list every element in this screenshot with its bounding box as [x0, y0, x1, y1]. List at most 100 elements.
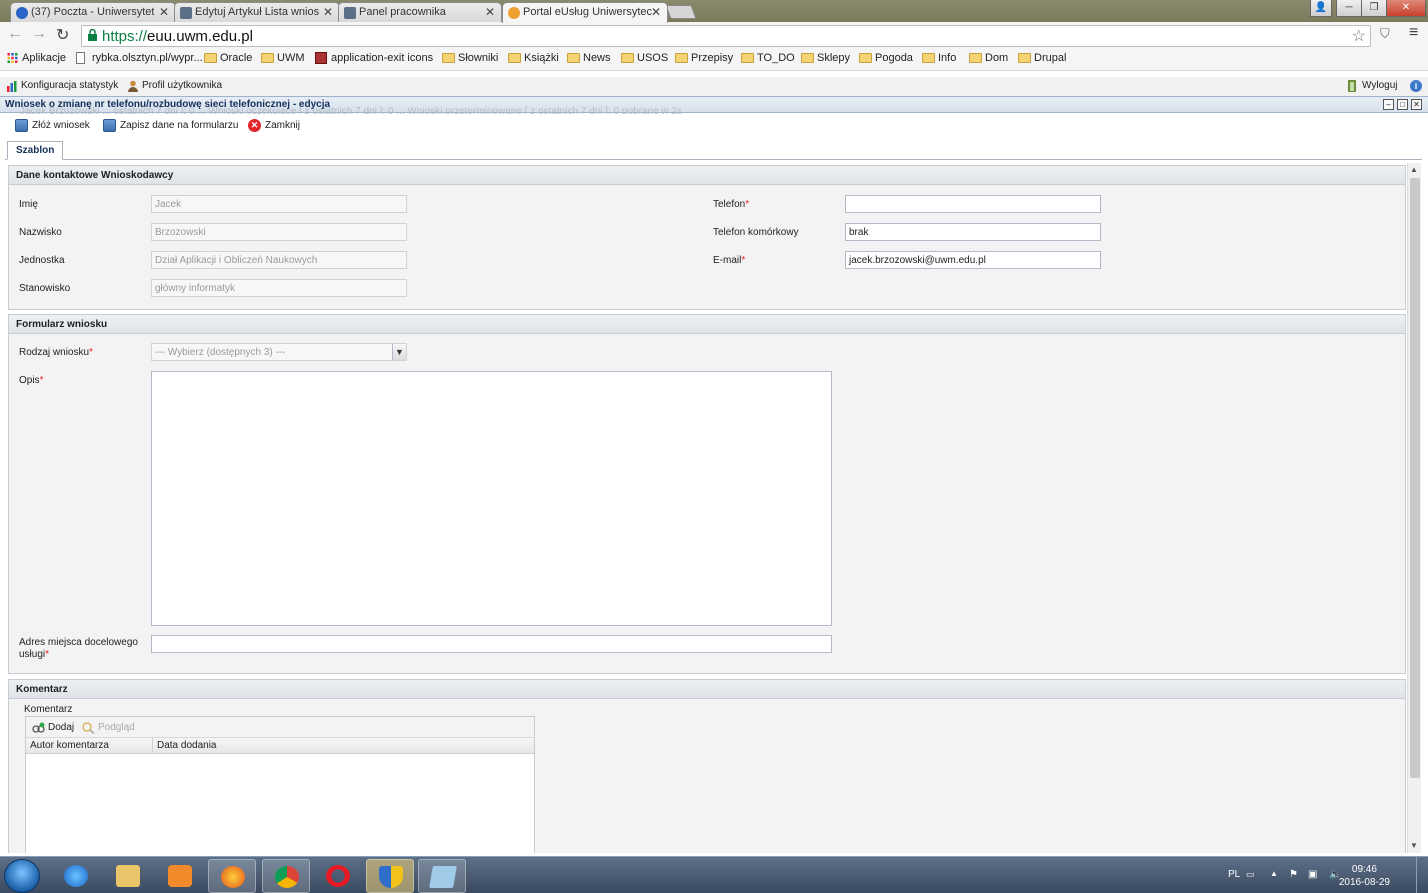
- request-form-section: Formularz wniosku Rodzaj wniosku* --- Wy…: [8, 314, 1406, 674]
- bookmark-apps[interactable]: Aplikacje: [6, 52, 66, 64]
- windows-taskbar: PL ▭ ▲ ⚑ ▣ 🔈 09:46 2016-08-29: [0, 856, 1428, 893]
- mail-favicon-icon: [16, 7, 28, 19]
- info-icon[interactable]: i: [1410, 80, 1422, 92]
- opera-icon[interactable]: [314, 859, 362, 893]
- show-desktop-button[interactable]: [1416, 857, 1428, 893]
- browser-tab-portal[interactable]: Portal eUsług Uniwersytec ✕: [502, 2, 668, 23]
- email-label: E-mail*: [713, 255, 746, 266]
- bookmark-drupal[interactable]: Drupal: [1018, 52, 1066, 64]
- floppy-disk-icon: [15, 119, 28, 132]
- dialog-close-icon[interactable]: ✕: [1411, 99, 1422, 110]
- description-textarea[interactable]: [151, 371, 832, 626]
- bookmark-slowniki[interactable]: Słowniki: [442, 52, 498, 64]
- reload-icon[interactable]: ↻: [56, 25, 69, 45]
- first-name-field[interactable]: Jacek: [151, 195, 407, 213]
- bookmark-rybka[interactable]: rybka.olsztyn.pl/wypr...: [76, 52, 203, 64]
- phone-label: Telefon*: [713, 199, 750, 210]
- close-circle-icon: ✕: [248, 119, 261, 132]
- folder-icon: [204, 53, 217, 63]
- ie-icon[interactable]: [52, 859, 100, 893]
- comments-grid: Dodaj Podgląd Autor komentarza Data doda…: [25, 716, 535, 853]
- bookmark-pogoda[interactable]: Pogoda: [859, 52, 913, 64]
- add-comment-button[interactable]: Dodaj: [32, 722, 74, 733]
- firefox-icon[interactable]: [208, 859, 256, 893]
- form-toolbar: Złóż wniosek Zapisz dane na formularzu ✕…: [0, 114, 1428, 138]
- back-arrow-icon[interactable]: ←: [7, 25, 23, 43]
- dialog-maximize-icon[interactable]: □: [1397, 99, 1408, 110]
- close-tab-icon[interactable]: ✕: [323, 5, 333, 19]
- comment-section-heading: Komentarz: [9, 680, 1405, 699]
- logout-link[interactable]: Wyloguj: [1347, 80, 1397, 92]
- explorer-icon[interactable]: [104, 859, 152, 893]
- keyboard-icon[interactable]: ▭: [1246, 869, 1255, 880]
- scroll-down-icon[interactable]: ▼: [1410, 841, 1418, 850]
- bookmark-ksiazki[interactable]: Książki: [508, 52, 559, 64]
- menu-icon[interactable]: ≡: [1409, 24, 1418, 42]
- system-clock[interactable]: 09:46 2016-08-29: [1339, 863, 1390, 889]
- add-link-icon: [32, 722, 45, 733]
- media-icon[interactable]: [156, 859, 204, 893]
- chrome-icon[interactable]: [262, 859, 310, 893]
- bookmark-przepisy[interactable]: Przepisy: [675, 52, 733, 64]
- close-tab-icon[interactable]: ✕: [651, 5, 661, 19]
- tab-szablon[interactable]: Szablon: [7, 141, 64, 160]
- phone-field[interactable]: [845, 195, 1101, 213]
- address-bar[interactable]: https://euu.uwm.edu.pl ☆: [81, 25, 1371, 47]
- floppy-disk-icon: [103, 119, 116, 132]
- bookmark-dom[interactable]: Dom: [969, 52, 1008, 64]
- comments-grid-toolbar: Dodaj Podgląd: [26, 717, 534, 738]
- start-button[interactable]: [4, 859, 40, 893]
- bookmark-application-exit[interactable]: application-exit icons: [315, 52, 433, 64]
- bookmark-todo[interactable]: TO_DO: [741, 52, 795, 64]
- scroll-up-icon[interactable]: ▲: [1410, 165, 1418, 174]
- close-tab-icon[interactable]: ✕: [485, 5, 495, 19]
- mobile-field[interactable]: brak: [845, 223, 1101, 241]
- clock-date: 2016-08-29: [1338, 877, 1390, 888]
- new-tab-button[interactable]: [665, 5, 697, 19]
- forward-arrow-icon[interactable]: →: [31, 25, 47, 43]
- bar-chart-icon: [7, 81, 17, 92]
- flag-icon[interactable]: ⚑: [1289, 869, 1298, 880]
- bookmark-usos[interactable]: USOS: [621, 52, 668, 64]
- bookmark-uwm[interactable]: UWM: [261, 52, 305, 64]
- position-field[interactable]: główny informatyk: [151, 279, 407, 297]
- scrollbar-thumb[interactable]: [1410, 178, 1420, 778]
- minimize-icon[interactable]: ─: [1336, 0, 1362, 17]
- bookmark-news[interactable]: News: [567, 52, 611, 64]
- stats-config-link[interactable]: Konfiguracja statystyk: [6, 80, 118, 92]
- form-scrollbar[interactable]: ▲ ▼: [1407, 163, 1421, 853]
- email-field[interactable]: jacek.brzozowski@uwm.edu.pl: [845, 251, 1101, 269]
- restore-icon[interactable]: ❐: [1361, 0, 1387, 17]
- preview-comment-button[interactable]: Podgląd: [82, 722, 135, 734]
- user-profile-link[interactable]: Profil użytkownika: [127, 80, 222, 92]
- language-indicator[interactable]: PL: [1228, 869, 1240, 880]
- close-window-icon[interactable]: ✕: [1386, 0, 1426, 17]
- security-icon[interactable]: [366, 859, 414, 893]
- column-header-date[interactable]: Data dodania: [157, 740, 217, 751]
- close-tab-icon[interactable]: ✕: [159, 5, 169, 19]
- bookmark-star-icon[interactable]: ☆: [1352, 26, 1366, 46]
- save-form-button[interactable]: Zapisz dane na formularzu: [103, 119, 238, 132]
- column-header-author[interactable]: Autor komentarza: [30, 740, 109, 751]
- browser-tab-mail[interactable]: (37) Poczta - Uniwersytet ✕: [10, 2, 176, 22]
- bookmark-oracle[interactable]: Oracle: [204, 52, 252, 64]
- last-name-field[interactable]: Brzozowski: [151, 223, 407, 241]
- shield-extension-icon[interactable]: ⛉: [1380, 26, 1390, 42]
- window-icon[interactable]: [418, 859, 466, 893]
- network-icon[interactable]: ▣: [1308, 869, 1317, 880]
- dialog-minimize-icon[interactable]: –: [1383, 99, 1394, 110]
- profile-icon[interactable]: 👤: [1310, 0, 1332, 17]
- close-form-button[interactable]: ✕ Zamknij: [248, 119, 300, 132]
- tray-expand-icon[interactable]: ▲: [1270, 869, 1278, 878]
- folder-icon: [741, 53, 754, 63]
- browser-tab-article[interactable]: Edytuj Artykuł Lista wnios ✕: [174, 2, 340, 22]
- browser-tab-panel[interactable]: Panel pracownika ✕: [338, 2, 502, 22]
- chevron-down-icon[interactable]: ▼: [392, 344, 406, 360]
- submit-request-button[interactable]: Złóż wniosek: [15, 119, 90, 132]
- bookmark-sklepy[interactable]: Sklepy: [801, 52, 850, 64]
- unit-field[interactable]: Dział Aplikacji i Obliczeń Naukowych: [151, 251, 407, 269]
- page-icon: [76, 52, 85, 64]
- address-field[interactable]: [151, 635, 832, 653]
- bookmark-info[interactable]: Info: [922, 52, 956, 64]
- request-type-select[interactable]: --- Wybierz (dostępnych 3) --- ▼: [151, 343, 407, 361]
